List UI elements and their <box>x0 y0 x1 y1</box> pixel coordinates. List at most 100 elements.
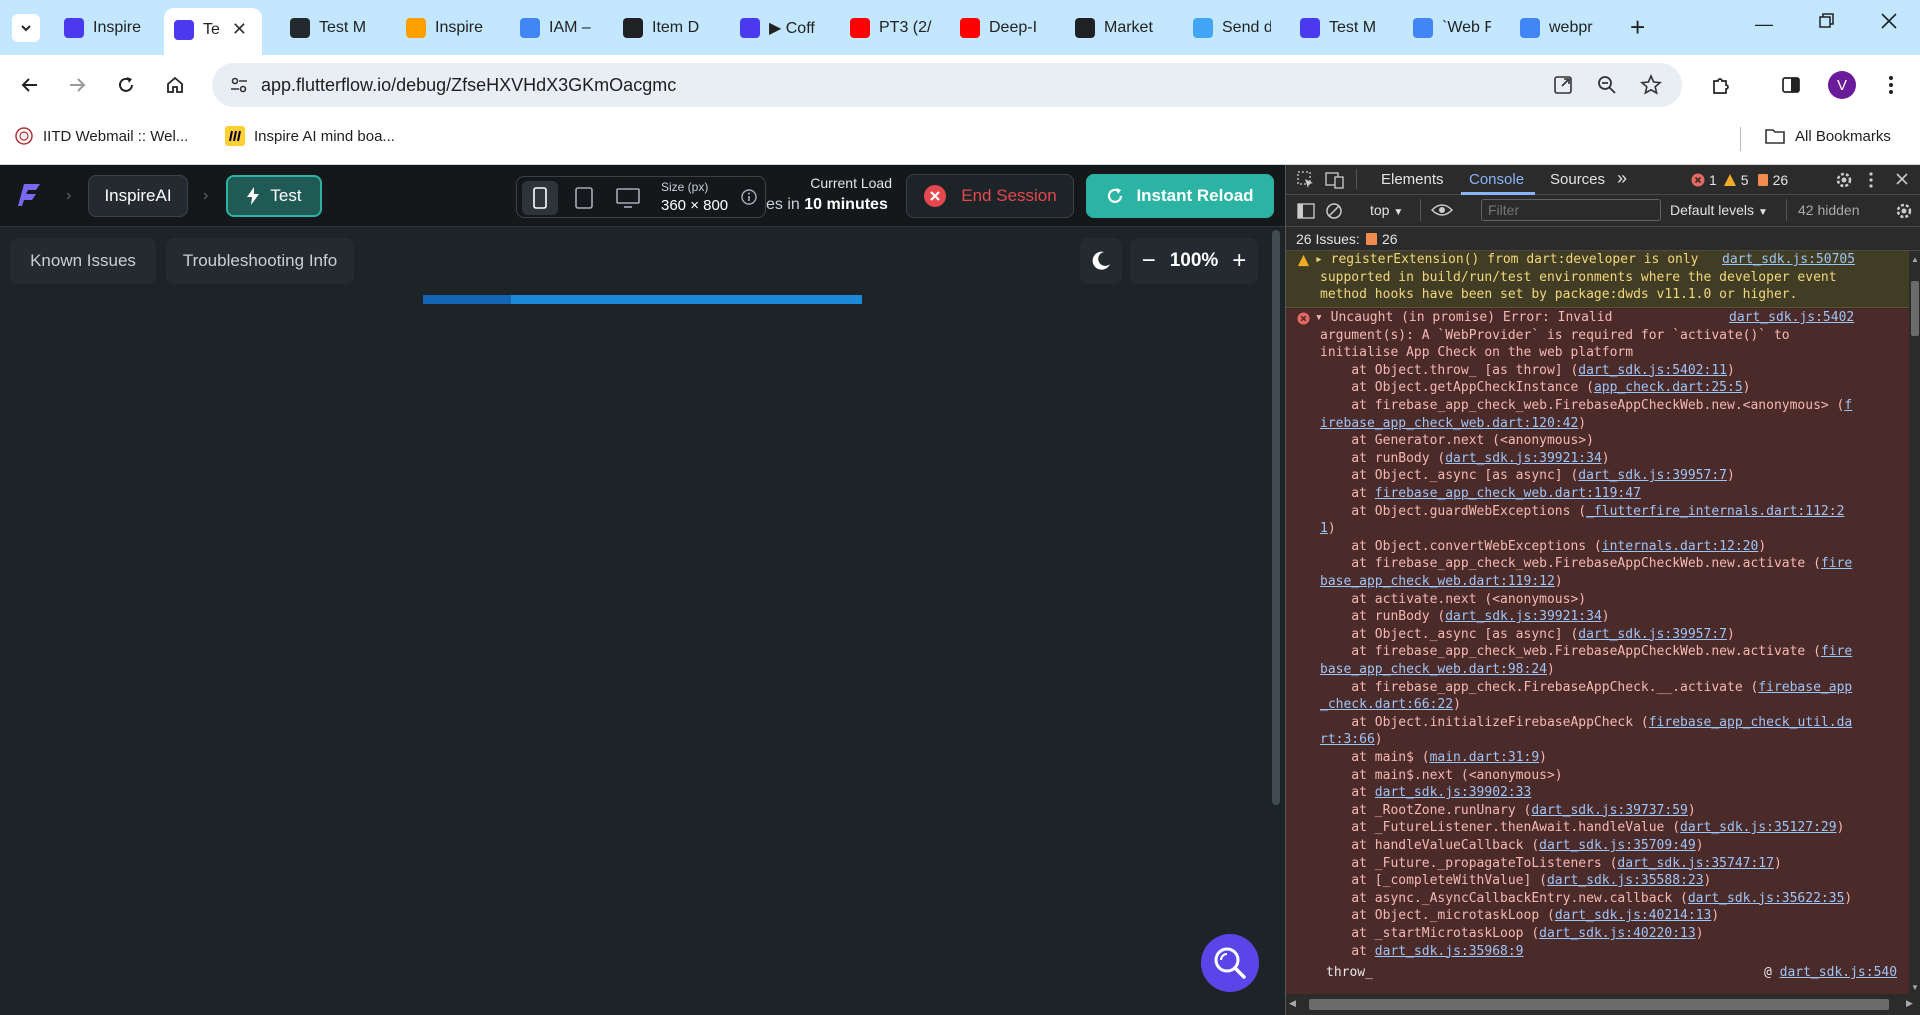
console-filter-input[interactable] <box>1481 199 1661 221</box>
new-tab-button[interactable]: + <box>1630 14 1645 40</box>
stack-frame-link[interactable]: dart_sdk.js:35588:23 <box>1547 873 1704 888</box>
stack-frame-link[interactable]: internals.dart:12:20 <box>1602 539 1759 554</box>
flutterflow-logo-icon[interactable] <box>16 180 46 210</box>
bookmark-star-icon[interactable] <box>1640 74 1662 96</box>
search-fab-button[interactable] <box>1201 934 1259 992</box>
stack-frame-link[interactable]: fire <box>1821 644 1852 659</box>
console-horizontal-scrollbar[interactable]: ◀ ▶ <box>1286 994 1920 1015</box>
context-selector[interactable]: top ▼ <box>1370 202 1403 218</box>
test-mode-button[interactable]: Test <box>226 175 322 217</box>
close-tab-icon[interactable]: ✕ <box>232 19 247 40</box>
theme-toggle-button[interactable] <box>1080 238 1122 284</box>
tab-8[interactable]: Deep-I <box>960 12 1040 44</box>
stack-frame-link[interactable]: dart_sdk.js:35127:29 <box>1680 820 1837 835</box>
stack-frame-link[interactable]: dart_sdk.js:39902:33 <box>1375 785 1532 800</box>
console-error-message[interactable]: ▾ Uncaught (in promise) Error: Invalid d… <box>1286 309 1909 994</box>
tab-9[interactable]: Market <box>1075 12 1155 44</box>
tab-7[interactable]: PT3 (2/ <box>850 12 932 44</box>
tab-10[interactable]: Send d <box>1193 12 1271 44</box>
desktop-device-button[interactable] <box>610 181 646 215</box>
tab-6[interactable]: ▶ Coff <box>740 12 822 44</box>
restore-button[interactable] <box>1818 12 1836 30</box>
forward-button[interactable] <box>61 69 93 101</box>
tab-5[interactable]: Item D <box>623 12 708 44</box>
tab-13[interactable]: webpr <box>1520 12 1600 44</box>
issues-bar[interactable]: 26 Issues: 26 <box>1286 227 1920 251</box>
scroll-thumb[interactable] <box>1309 999 1889 1010</box>
site-info-icon[interactable] <box>228 74 250 96</box>
tab-12[interactable]: `Web F <box>1413 12 1491 44</box>
throw-source-link[interactable]: dart_sdk.js:540 <box>1780 965 1897 980</box>
eye-icon[interactable] <box>1431 202 1453 218</box>
issue-counters[interactable]: 1 5 26 <box>1691 172 1788 188</box>
zoom-in-button[interactable]: + <box>1232 247 1246 275</box>
more-tabs-icon[interactable]: » <box>1617 168 1627 189</box>
settings-gear-icon[interactable] <box>1835 171 1853 189</box>
stack-frame-link[interactable]: dart_sdk.js:39957:7 <box>1578 627 1727 642</box>
tab-2[interactable]: Test M <box>290 12 374 44</box>
stack-frame-link[interactable]: dart_sdk.js:35968:9 <box>1375 944 1524 959</box>
close-devtools-icon[interactable] <box>1895 172 1909 186</box>
side-panel-button[interactable] <box>1775 69 1807 101</box>
stack-frame-link[interactable]: dart_sdk.js:39921:34 <box>1445 609 1602 624</box>
stack-frame-link[interactable]: base_app_check_web.dart:119:12 <box>1320 574 1555 589</box>
stack-frame-link[interactable]: f <box>1844 398 1852 413</box>
zoom-out-button[interactable]: − <box>1142 247 1156 275</box>
stack-frame-link[interactable]: 1 <box>1320 521 1328 536</box>
menu-button[interactable] <box>1875 69 1907 101</box>
tablet-device-button[interactable] <box>566 181 602 215</box>
close-window-button[interactable] <box>1880 12 1898 30</box>
tab-11[interactable]: Test M <box>1300 12 1384 44</box>
bookmark-inspire-miro[interactable]: Inspire AI mind boa... <box>225 126 395 146</box>
stack-frame-link[interactable]: dart_sdk.js:39921:34 <box>1445 451 1602 466</box>
device-toolbar-icon[interactable] <box>1325 171 1345 189</box>
extensions-button[interactable] <box>1705 69 1737 101</box>
scroll-thumb[interactable] <box>1911 281 1919 336</box>
info-icon[interactable] <box>741 189 757 205</box>
stack-frame-link[interactable]: dart_sdk.js:5402:11 <box>1578 363 1727 378</box>
instant-reload-button[interactable]: Instant Reload <box>1086 174 1274 218</box>
stack-frame-link[interactable]: dart_sdk.js:39957:7 <box>1578 468 1727 483</box>
known-issues-button[interactable]: Known Issues <box>10 238 156 284</box>
console-vertical-scrollbar[interactable]: ▲ ▼ <box>1909 251 1920 994</box>
stack-frame-link[interactable]: _flutterfire_internals.dart:112:2 <box>1586 504 1844 519</box>
tab-search-button[interactable] <box>12 14 40 42</box>
stack-frame-link[interactable]: fire <box>1821 556 1852 571</box>
troubleshooting-button[interactable]: Troubleshooting Info <box>166 238 354 284</box>
tab-3[interactable]: Inspire <box>406 12 490 44</box>
sidebar-toggle-icon[interactable] <box>1297 202 1315 220</box>
bookmark-iitd[interactable]: IITD Webmail :: Wel... <box>14 126 188 146</box>
inspect-icon[interactable] <box>1297 171 1315 189</box>
preview-scrollbar[interactable] <box>1272 230 1280 805</box>
tab-console[interactable]: Console <box>1469 171 1524 188</box>
stack-frame-link[interactable]: dart_sdk.js:40214:13 <box>1555 908 1712 923</box>
stack-frame-link[interactable]: app_check.dart:25:5 <box>1594 380 1743 395</box>
stack-frame-link[interactable]: firebase_app <box>1758 680 1852 695</box>
stack-frame-link[interactable]: irebase_app_check_web.dart:120:42 <box>1320 416 1578 431</box>
reload-button[interactable] <box>110 69 142 101</box>
console-warning-message[interactable]: ▸ registerExtension() from dart:develope… <box>1286 251 1909 308</box>
stack-frame-link[interactable]: _check.dart:66:22 <box>1320 697 1453 712</box>
log-levels-dropdown[interactable]: Default levels ▼ <box>1670 202 1768 218</box>
stack-frame-link[interactable]: main.dart:31:9 <box>1430 750 1540 765</box>
home-button[interactable] <box>159 69 191 101</box>
stack-frame-link[interactable]: dart_sdk.js:35622:35 <box>1688 891 1845 906</box>
warning-source-link[interactable]: dart_sdk.js:50705 <box>1722 251 1855 269</box>
stack-frame-link[interactable]: base_app_check_web.dart:98:24 <box>1320 662 1547 677</box>
more-options-icon[interactable] <box>1868 171 1874 189</box>
all-bookmarks-button[interactable]: All Bookmarks <box>1764 126 1891 146</box>
project-name-button[interactable]: InspireAI <box>88 175 188 217</box>
tab-0[interactable]: Inspire <box>64 12 144 44</box>
stack-frame-link[interactable]: dart_sdk.js:40220:13 <box>1539 926 1696 941</box>
stack-frame-link[interactable]: firebase_app_check_util.da <box>1649 715 1853 730</box>
error-source-link[interactable]: dart_sdk.js:5402 <box>1729 309 1854 327</box>
address-bar[interactable]: app.flutterflow.io/debug/ZfseHXVHdX3GKmO… <box>212 63 1682 107</box>
profile-button[interactable]: V <box>1826 69 1858 101</box>
stack-frame-link[interactable]: dart_sdk.js:39737:59 <box>1531 803 1688 818</box>
stack-frame-link[interactable]: firebase_app_check_web.dart:119:47 <box>1375 486 1641 501</box>
phone-device-button[interactable] <box>522 181 558 215</box>
console-settings-icon[interactable] <box>1895 202 1913 220</box>
back-button[interactable] <box>14 69 46 101</box>
tab-sources[interactable]: Sources <box>1550 171 1605 188</box>
stack-frame-link[interactable]: dart_sdk.js:35709:49 <box>1539 838 1696 853</box>
